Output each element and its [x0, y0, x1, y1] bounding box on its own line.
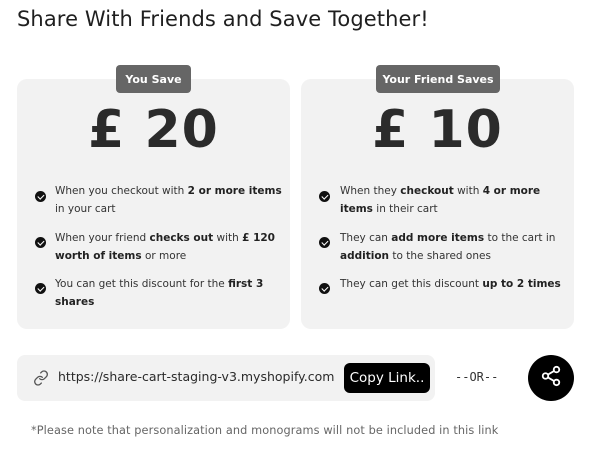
- friend-saves-badge: Your Friend Saves: [376, 65, 500, 93]
- share-button[interactable]: [528, 355, 574, 401]
- friend-saves-amount: £ 10: [372, 100, 503, 160]
- you-save-amount: £ 20: [88, 100, 219, 160]
- disclaimer-note: *Please note that personalization and mo…: [31, 424, 499, 437]
- check-icon: [35, 237, 46, 248]
- share-icon: [540, 365, 562, 391]
- check-icon: [35, 191, 46, 202]
- check-icon: [319, 191, 330, 202]
- friend-saves-benefit-3: They can get this discount up to 2 times: [340, 278, 561, 290]
- friend-saves-benefit-2: They can add more items to the cart in a…: [340, 232, 556, 262]
- check-icon: [319, 237, 330, 248]
- share-url[interactable]: https://share-cart-staging-v3.myshopify.…: [58, 369, 334, 384]
- or-separator: --OR--: [455, 370, 499, 384]
- check-icon: [319, 283, 330, 294]
- page-title: Share With Friends and Save Together!: [17, 7, 429, 31]
- you-save-benefit-2: When your friend checks out with £ 120 w…: [55, 232, 275, 262]
- link-icon: [33, 370, 49, 386]
- you-save-badge: You Save: [116, 65, 191, 93]
- copy-link-button[interactable]: Copy Link..: [344, 363, 430, 393]
- friend-saves-benefit-1: When they checkout with 4 or more items …: [340, 185, 541, 215]
- you-save-benefit-1: When you checkout with 2 or more items i…: [55, 185, 282, 215]
- share-panel: Share With Friends and Save Together! Yo…: [0, 0, 592, 461]
- you-save-benefit-3: You can get this discount for the first …: [55, 278, 264, 308]
- check-icon: [35, 283, 46, 294]
